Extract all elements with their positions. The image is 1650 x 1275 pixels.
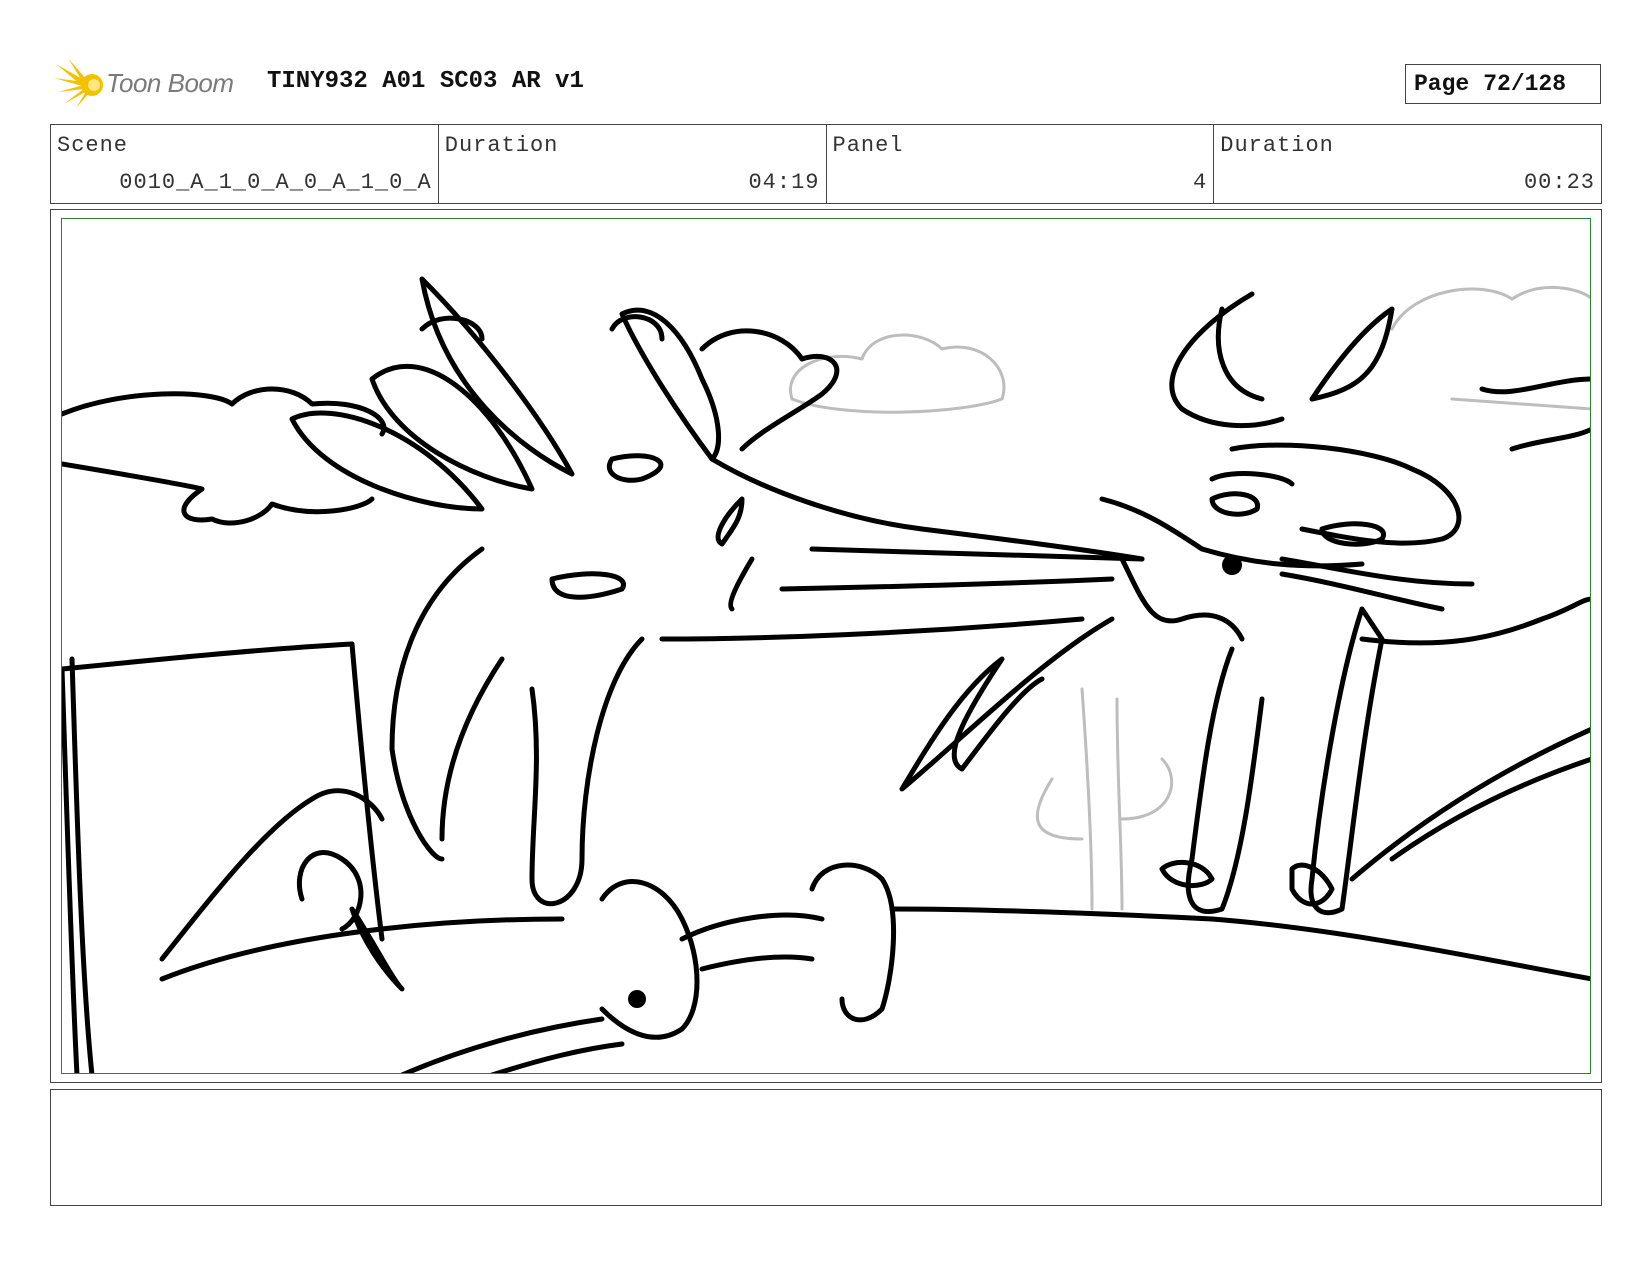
safe-area-frame [61, 218, 1591, 1074]
bottom-character-eye [628, 990, 646, 1008]
bottom-character-line [400, 1016, 605, 1073]
bottom-character-body [679, 912, 825, 942]
cloud-center [788, 333, 1006, 414]
cloud-right [1390, 285, 1590, 331]
panel-label: Panel [832, 133, 904, 158]
ground-line-right [1209, 916, 1590, 982]
scene-duration-value: 04:19 [748, 170, 820, 195]
figure-nose [1222, 555, 1242, 575]
panel-notes-box[interactable] [50, 1089, 1602, 1206]
ground-diagonal-right [1349, 727, 1590, 882]
cactus-trunk-2 [1115, 697, 1124, 911]
cactus-trunk [1080, 687, 1094, 911]
figure-head-top [1229, 442, 1462, 546]
bottom-character-line-2 [490, 1041, 625, 1073]
storyboard-sketch [62, 276, 1590, 1073]
creature-marking-2 [549, 571, 627, 600]
figure-brow [1209, 471, 1295, 487]
panel-duration-value: 00:23 [1523, 170, 1595, 195]
figure-neck-right [1359, 596, 1590, 646]
cactus-arm-right [1120, 757, 1173, 821]
page-number: 72/128 [1483, 71, 1567, 97]
scene-label: Scene [57, 133, 129, 158]
figure-arm-right [1308, 606, 1385, 916]
cloud-left-base [62, 461, 375, 526]
figure-eye-left [1209, 491, 1260, 517]
figure-ear-right [1309, 306, 1395, 402]
creature-hand [389, 546, 485, 862]
background-pencil-layer [788, 285, 1590, 911]
cloud-right-base [1450, 397, 1590, 411]
page-indicator: Page 72/128 [1405, 64, 1601, 104]
figure-ear-left-inner [1215, 306, 1265, 402]
logo-text: Toon Boom [106, 68, 234, 98]
ground-line-center [889, 906, 1215, 922]
page-label: Page [1414, 71, 1470, 97]
creature-claw [899, 616, 1115, 792]
lower-shape-left-2 [296, 850, 364, 932]
figure-hair-right-2 [1509, 427, 1590, 452]
fence-rail [62, 641, 355, 672]
figure-hair-right [1479, 376, 1590, 395]
creature-marking-3 [715, 496, 745, 547]
scene-duration-cell: Duration 04:19 [439, 125, 827, 203]
document-title: TINY932 A01 SC03 AR v1 [267, 68, 584, 95]
bottom-character-ear [809, 862, 897, 1023]
cactus-arm-left [1035, 777, 1084, 841]
creature-leg-front [529, 636, 645, 907]
toon-boom-logo: Toon Boom [54, 58, 254, 112]
creature-leg-back [439, 656, 505, 842]
ground-diagonal-right-2 [1389, 757, 1590, 862]
ink-layer [62, 276, 1590, 1073]
creature-marking-4 [728, 556, 755, 612]
panel-value: 4 [1193, 170, 1208, 195]
starburst-logo-icon [54, 58, 103, 108]
cloud-mid-2 [609, 314, 665, 342]
bottom-character-body-2 [699, 954, 815, 972]
panel-info-table: Scene 0010_A_1_0_A_0_A_1_0_A Duration 04… [50, 124, 1602, 204]
storyboard-panel [50, 209, 1602, 1083]
cloud-tuft [699, 328, 840, 452]
creature-marking-1 [607, 453, 664, 483]
creature-body-line-2 [779, 576, 1115, 592]
scene-cell: Scene 0010_A_1_0_A_0_A_1_0_A [51, 125, 439, 203]
bottom-character-head [599, 879, 700, 1040]
creature-body-top [709, 456, 1145, 562]
panel-cell: Panel 4 [827, 125, 1215, 203]
figure-arm-left [1185, 646, 1265, 914]
figure-ear-left [1169, 291, 1285, 428]
panel-duration-label: Duration [1220, 133, 1334, 158]
panel-duration-cell: Duration 00:23 [1214, 125, 1601, 203]
lower-shape-spike [349, 906, 405, 992]
fence-post-1 [349, 641, 385, 942]
creature-finger-4 [619, 307, 722, 462]
scene-value: 0010_A_1_0_A_0_A_1_0_A [119, 170, 432, 195]
scene-duration-label: Duration [444, 133, 559, 158]
creature-body-line-3 [659, 616, 1085, 642]
